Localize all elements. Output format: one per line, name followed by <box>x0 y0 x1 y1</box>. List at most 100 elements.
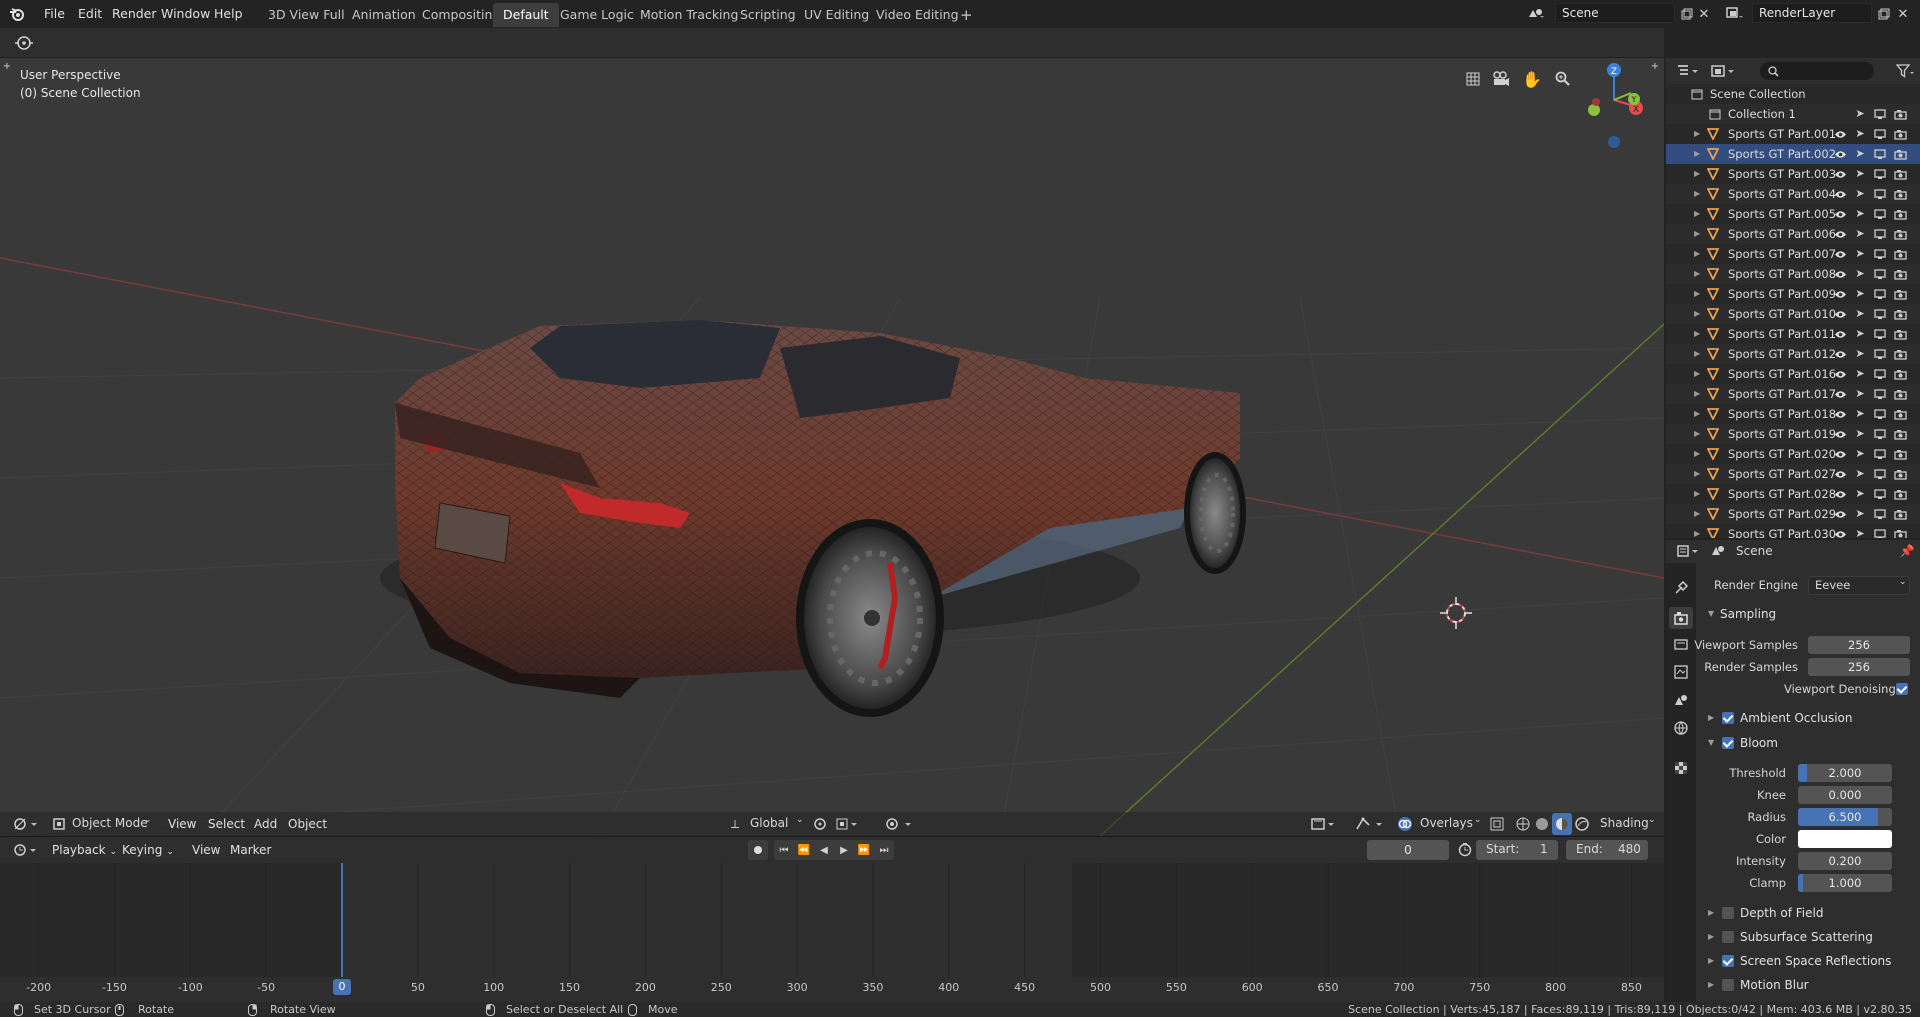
scene-browse-icon[interactable] <box>1523 4 1549 24</box>
outliner-object-row[interactable]: ▶ Sports GT Part.029 ➤ <box>1666 504 1920 524</box>
timeline-frames-area[interactable] <box>0 863 1664 1003</box>
expand-arrow-icon[interactable]: ▶ <box>1694 404 1700 424</box>
rear-wheel[interactable] <box>796 519 944 717</box>
visibility-eye-icon[interactable] <box>1832 486 1848 502</box>
render-toggle-icon[interactable] <box>1892 286 1908 302</box>
collection-row[interactable]: Collection 1 ➤ <box>1666 104 1920 124</box>
intensity-slider[interactable]: 0.200 <box>1798 852 1892 870</box>
selectable-toggle-icon[interactable]: ➤ <box>1852 266 1868 282</box>
bloom-panel-header[interactable]: ▼ Bloom <box>1696 731 1920 755</box>
editor-type-icon[interactable] <box>10 813 40 835</box>
expand-arrow-icon[interactable]: ▶ <box>1694 124 1700 144</box>
scene-tab-icon[interactable] <box>1672 691 1690 709</box>
overlays-toggle[interactable]: Overlays ⌄ <box>1394 813 1482 835</box>
outliner-object-row[interactable]: ▶ Sports GT Part.012 ➤ <box>1666 344 1920 364</box>
jump-end-icon[interactable]: ⏭ <box>874 840 894 860</box>
render-toggle-icon[interactable] <box>1892 226 1908 242</box>
visibility-eye-icon[interactable] <box>1832 346 1848 362</box>
scene-name-field[interactable]: Scene <box>1555 3 1675 23</box>
visibility-eye-icon[interactable] <box>1832 366 1848 382</box>
ambient-occlusion-checkbox[interactable] <box>1722 712 1734 724</box>
viewport-toggle-icon[interactable] <box>1872 226 1888 242</box>
pan-view-icon[interactable]: ✋ <box>1521 68 1543 90</box>
selectable-toggle-icon[interactable]: ➤ <box>1852 146 1868 162</box>
3d-viewport[interactable]: User Perspective (0) Scene Collection + … <box>0 58 1664 836</box>
select-menu[interactable]: Select <box>202 813 251 835</box>
view-menu[interactable]: View <box>162 813 202 835</box>
render-toggle-icon[interactable] <box>1892 346 1908 362</box>
object-mode-dropdown[interactable]: Object Mode ⌄ <box>48 813 156 835</box>
workspace-tab-default[interactable]: Default <box>493 3 559 27</box>
expand-arrow-icon[interactable]: ▶ <box>1694 444 1700 464</box>
selectable-toggle-icon[interactable]: ➤ <box>1852 246 1868 262</box>
viewport-toggle-icon[interactable] <box>1872 406 1888 422</box>
xray-toggle-icon[interactable] <box>1488 815 1506 833</box>
toolbar-expand-icon[interactable]: + <box>2 58 12 74</box>
expand-arrow-icon[interactable]: ▶ <box>1694 504 1700 524</box>
panel-enable-checkbox[interactable] <box>1722 979 1734 991</box>
viewport-toggle-icon[interactable] <box>1872 286 1888 302</box>
world-tab-icon[interactable] <box>1672 719 1690 737</box>
outliner-object-row[interactable]: ▶ Sports GT Part.005 ➤ <box>1666 204 1920 224</box>
visibility-eye-icon[interactable] <box>1832 246 1848 262</box>
visibility-eye-icon[interactable] <box>1832 266 1848 282</box>
outliner-object-row[interactable]: ▶ Sports GT Part.019 ➤ <box>1666 424 1920 444</box>
expand-arrow-icon[interactable]: ▶ <box>1694 384 1700 404</box>
panel-header-subsurface-scattering[interactable]: ▶ Subsurface Scattering <box>1696 925 1920 949</box>
record-icon[interactable] <box>748 840 768 860</box>
render-toggle-icon[interactable] <box>1892 526 1908 538</box>
outliner-object-row[interactable]: ▶ Sports GT Part.003 ➤ <box>1666 164 1920 184</box>
render-toggle-icon[interactable] <box>1892 146 1908 162</box>
outliner-object-row[interactable]: ▶ Sports GT Part.001 ➤ <box>1666 124 1920 144</box>
visibility-eye-icon[interactable] <box>1832 226 1848 242</box>
visibility-eye-icon[interactable] <box>1832 406 1848 422</box>
outliner-editor-type-icon[interactable] <box>1674 62 1702 80</box>
render-toggle-icon[interactable] <box>1892 486 1908 502</box>
selectable-toggle-icon[interactable]: ➤ <box>1852 526 1868 538</box>
expand-arrow-icon[interactable]: ▶ <box>1694 364 1700 384</box>
visibility-eye-icon[interactable] <box>1832 446 1848 462</box>
threshold-slider[interactable]: 2.000 <box>1798 764 1892 782</box>
visibility-eye-icon[interactable] <box>1832 146 1848 162</box>
visibility-eye-icon[interactable] <box>1832 466 1848 482</box>
viewport-denoising-checkbox[interactable] <box>1896 683 1908 695</box>
jump-keyframe-forward-icon[interactable]: ⏩ <box>854 840 874 860</box>
visibility-eye-icon[interactable] <box>1832 506 1848 522</box>
color-swatch[interactable] <box>1798 830 1892 848</box>
properties-editor-type-icon[interactable] <box>1674 542 1702 560</box>
render-samples-field[interactable]: 256 <box>1808 658 1910 676</box>
outliner-object-row[interactable]: ▶ Sports GT Part.018 ➤ <box>1666 404 1920 424</box>
outliner-object-row[interactable]: ▶ Sports GT Part.007 ➤ <box>1666 244 1920 264</box>
navigation-gizmo[interactable]: Z Y X <box>1576 58 1656 148</box>
visibility-eye-icon[interactable] <box>1832 306 1848 322</box>
blender-logo-icon[interactable] <box>6 4 28 24</box>
viewport-toggle-icon[interactable] <box>1872 186 1888 202</box>
render-toggle-icon[interactable] <box>1892 366 1908 382</box>
marker-menu[interactable]: Marker <box>224 839 277 861</box>
render-toggle-icon[interactable] <box>1892 306 1908 322</box>
selectable-toggle-icon[interactable]: ➤ <box>1852 226 1868 242</box>
render-toggle-icon[interactable] <box>1892 326 1908 342</box>
timeline-view-menu[interactable]: View <box>186 839 226 861</box>
viewport-scene[interactable] <box>0 58 1664 836</box>
front-wheel[interactable] <box>1184 452 1246 574</box>
viewport-toggle-icon[interactable] <box>1872 106 1888 122</box>
wireframe-shading-icon[interactable] <box>1514 815 1532 833</box>
view-layer-browse-icon[interactable] <box>1722 4 1748 24</box>
play-icon[interactable]: ▶ <box>834 840 854 860</box>
panel-enable-checkbox[interactable] <box>1722 955 1734 967</box>
render-toggle-icon[interactable] <box>1892 186 1908 202</box>
render-toggle-icon[interactable] <box>1892 446 1908 462</box>
material-preview-shading-icon[interactable] <box>1552 813 1572 835</box>
expand-arrow-icon[interactable]: ▶ <box>1694 344 1700 364</box>
selectable-toggle-icon[interactable]: ➤ <box>1852 326 1868 342</box>
viewport-toggle-icon[interactable] <box>1872 486 1888 502</box>
filter-icon[interactable] <box>1892 62 1918 80</box>
expand-arrow-icon[interactable]: ▶ <box>1694 264 1700 284</box>
selectable-toggle-icon[interactable]: ➤ <box>1852 426 1868 442</box>
render-toggle-icon[interactable] <box>1892 506 1908 522</box>
viewport-toggle-icon[interactable] <box>1872 206 1888 222</box>
selectable-toggle-icon[interactable]: ➤ <box>1852 126 1868 142</box>
delete-view-layer-icon[interactable]: ✕ <box>1895 4 1911 24</box>
sampling-panel-header[interactable]: ▼ Sampling <box>1696 602 1920 626</box>
